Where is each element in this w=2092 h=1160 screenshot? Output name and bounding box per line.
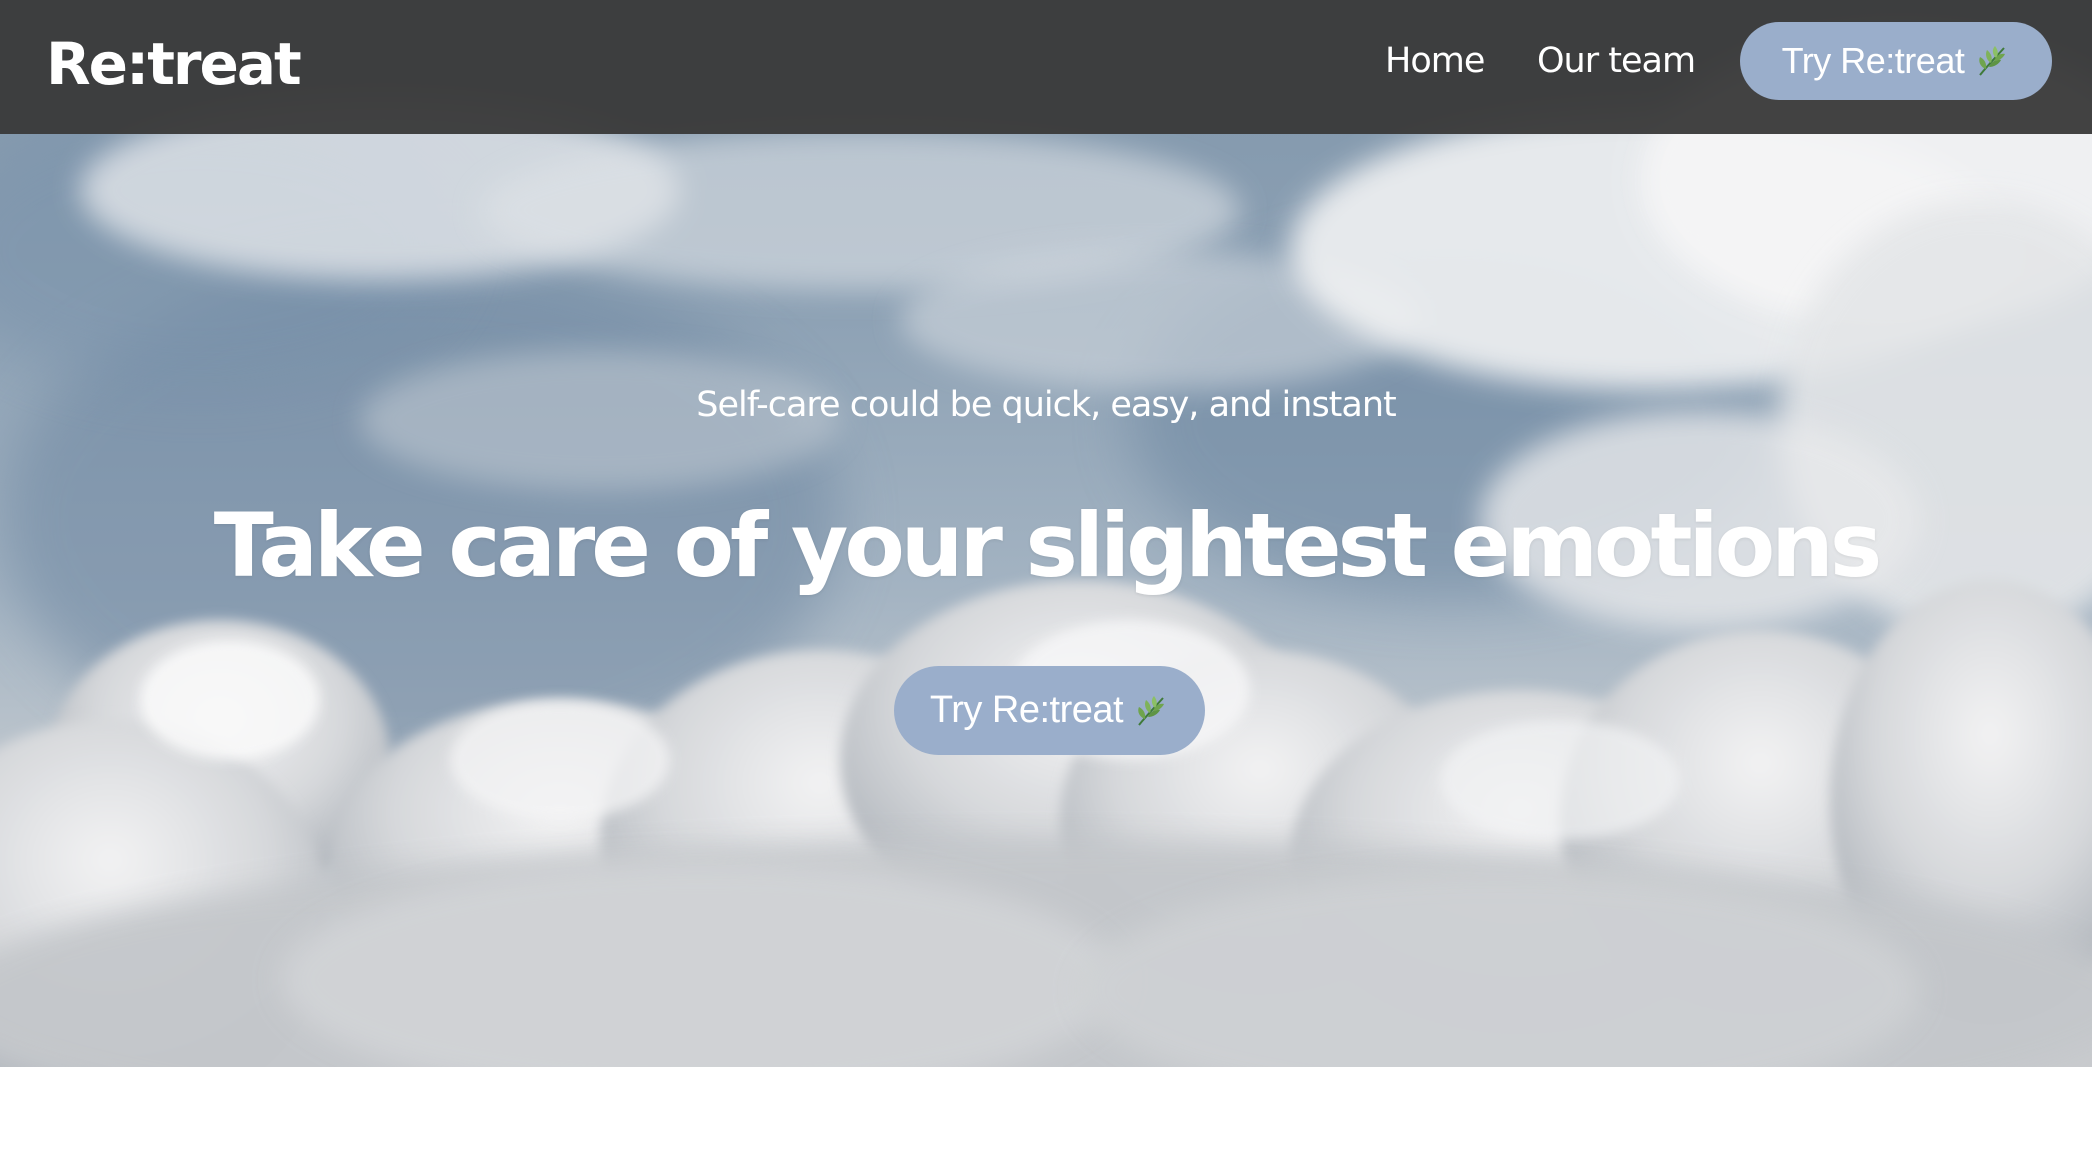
- page: Self-care could be quick, easy, and inst…: [0, 0, 2092, 1160]
- hero-section: Self-care could be quick, easy, and inst…: [0, 0, 2092, 1067]
- leaf-icon: [1979, 46, 2006, 76]
- page-content-below-hero: [0, 1067, 2092, 1160]
- nav-link-home[interactable]: Home: [1385, 36, 1485, 86]
- nav-try-retreat-button[interactable]: Try Re:treat: [1740, 22, 2052, 100]
- hero-cta-label: Try Re:treat: [929, 689, 1124, 731]
- brand-logo[interactable]: Re:treat: [46, 22, 302, 106]
- hero-headline: Take care of your slightest emotions: [213, 494, 1882, 597]
- top-navbar: Re:treat Home Our team Try Re:treat: [0, 0, 2092, 134]
- hero-tagline: Self-care could be quick, easy, and inst…: [696, 385, 1397, 425]
- nav-cta-label: Try Re:treat: [1781, 40, 1965, 81]
- hero-try-retreat-button[interactable]: Try Re:treat: [894, 666, 1205, 755]
- leaf-icon: [1138, 695, 1165, 726]
- nav-link-our-team[interactable]: Our team: [1537, 36, 1696, 86]
